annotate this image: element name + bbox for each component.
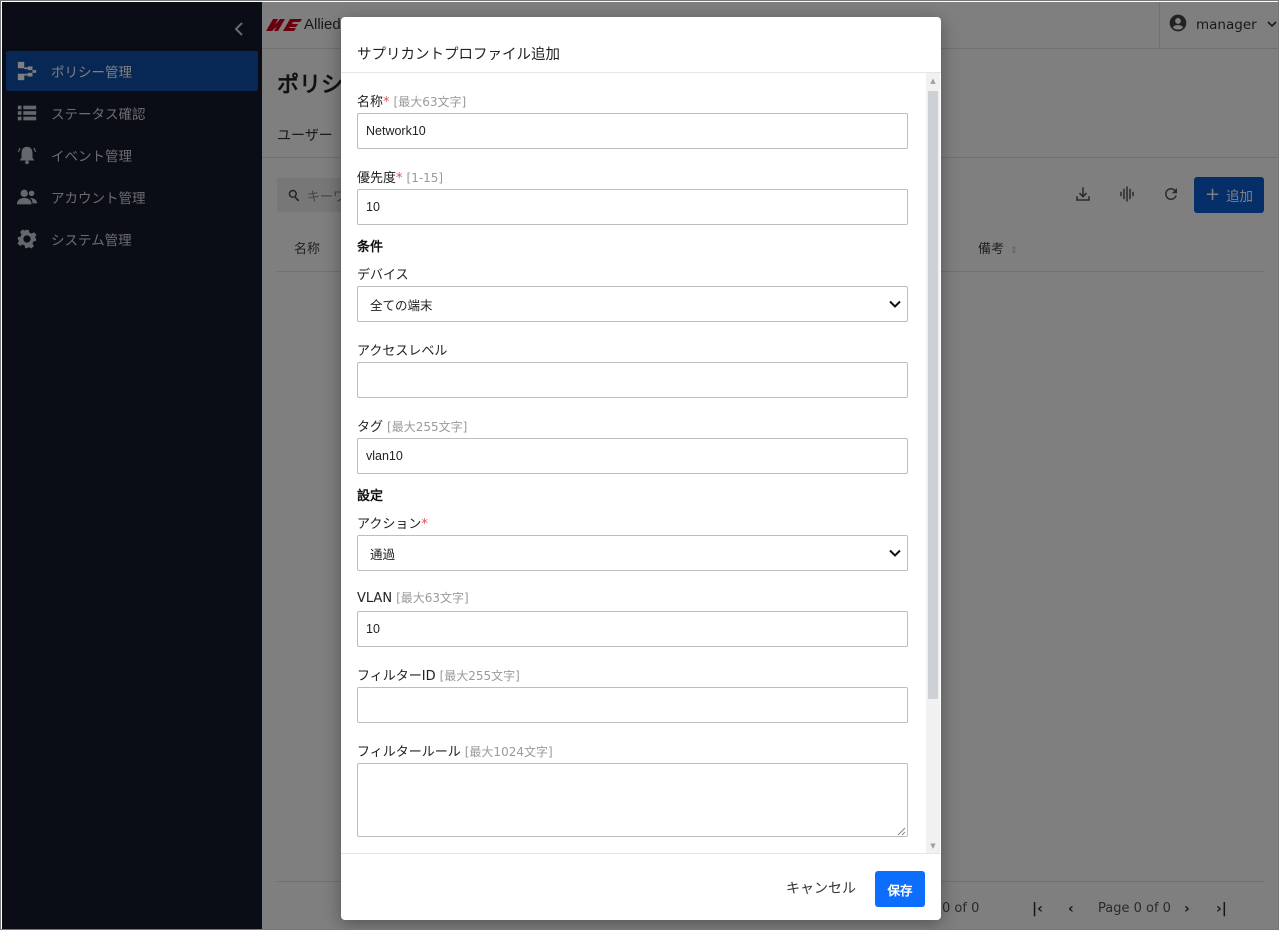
device-field-label: デバイス bbox=[357, 264, 409, 283]
dialog-title: サプリカントプロファイル追加 bbox=[357, 47, 560, 63]
dialog-scrollbar[interactable]: ▲ ▼ bbox=[926, 73, 940, 854]
filter-rule-textarea[interactable] bbox=[357, 763, 908, 837]
filter-rule-label-text: フィルタールール bbox=[357, 745, 461, 760]
priority-label-text: 優先度 bbox=[357, 171, 397, 186]
scroll-up-icon[interactable]: ▲ bbox=[929, 77, 937, 85]
save-button[interactable]: 保存 bbox=[875, 871, 925, 907]
required-mark: * bbox=[383, 95, 390, 110]
action-label-text: アクション bbox=[357, 517, 422, 532]
filter-id-input[interactable] bbox=[357, 687, 908, 723]
vlan-input[interactable]: 10 bbox=[357, 611, 908, 647]
name-input[interactable]: Network10 bbox=[357, 113, 908, 149]
action-field-label: アクション* bbox=[357, 513, 428, 532]
filter-rule-hint: [最大1024文字] bbox=[464, 745, 553, 759]
tag-field-label: タグ [最大255文字] bbox=[357, 416, 467, 435]
filter-id-hint: [最大255文字] bbox=[439, 669, 520, 683]
name-label-text: 名称 bbox=[357, 95, 384, 110]
required-mark: * bbox=[396, 171, 403, 186]
dialog-body: 名称* [最大63文字] Network10 優先度* [1-15] 10 条件 デ… bbox=[341, 73, 941, 854]
add-supplicant-profile-dialog: サプリカントプロファイル追加 名称* [最大63文字] Network10 優先度… bbox=[341, 17, 941, 920]
dialog-header: サプリカントプロファイル追加 bbox=[341, 17, 941, 73]
device-label-text: デバイス bbox=[357, 268, 409, 283]
access-level-label-text: アクセスレベル bbox=[357, 344, 448, 359]
resize-grip-icon[interactable] bbox=[896, 825, 906, 836]
scroll-thumb[interactable] bbox=[928, 91, 938, 699]
device-select[interactable]: 全ての端末 bbox=[357, 286, 908, 322]
priority-field-label: 優先度* [1-15] bbox=[357, 167, 443, 186]
required-mark: * bbox=[421, 517, 428, 532]
dialog-footer: キャンセル 保存 bbox=[341, 853, 941, 920]
name-field-label: 名称* [最大63文字] bbox=[357, 91, 466, 110]
action-select-value: 通過 bbox=[370, 546, 396, 562]
vlan-label-text: VLAN bbox=[357, 591, 393, 606]
conditions-section-heading: 条件 bbox=[357, 240, 384, 255]
priority-input[interactable]: 10 bbox=[357, 189, 908, 225]
access-level-input[interactable] bbox=[357, 362, 908, 398]
cancel-button[interactable]: キャンセル bbox=[781, 871, 861, 905]
filter-id-field-label: フィルターID [最大255文字] bbox=[357, 665, 520, 684]
app-window: ポリシー管理 ステータス確認 イベント管理 アカウント管理 bbox=[0, 0, 1279, 930]
tag-input-value: vlan10 bbox=[366, 449, 403, 463]
chevron-down-icon bbox=[889, 547, 901, 559]
action-select[interactable]: 通過 bbox=[357, 535, 908, 571]
settings-section-heading: 設定 bbox=[357, 489, 384, 504]
tag-label-text: タグ bbox=[357, 420, 384, 435]
chevron-down-icon bbox=[889, 298, 901, 310]
device-select-value: 全ての端末 bbox=[370, 297, 433, 313]
access-level-field-label: アクセスレベル bbox=[357, 340, 447, 359]
vlan-input-value: 10 bbox=[366, 622, 380, 636]
name-hint: [最大63文字] bbox=[393, 95, 467, 109]
vlan-field-label: VLAN [最大63文字] bbox=[357, 589, 469, 606]
tag-input[interactable]: vlan10 bbox=[357, 438, 908, 474]
priority-hint: [1-15] bbox=[406, 171, 444, 185]
scroll-down-icon[interactable]: ▼ bbox=[929, 842, 937, 850]
name-input-value: Network10 bbox=[366, 124, 426, 138]
filter-id-label-text: フィルターID bbox=[357, 669, 436, 684]
vlan-hint: [最大63文字] bbox=[396, 591, 469, 605]
filter-rule-field-label: フィルタールール [最大1024文字] bbox=[357, 741, 553, 760]
tag-hint: [最大255文字] bbox=[387, 420, 468, 434]
priority-input-value: 10 bbox=[366, 200, 380, 214]
